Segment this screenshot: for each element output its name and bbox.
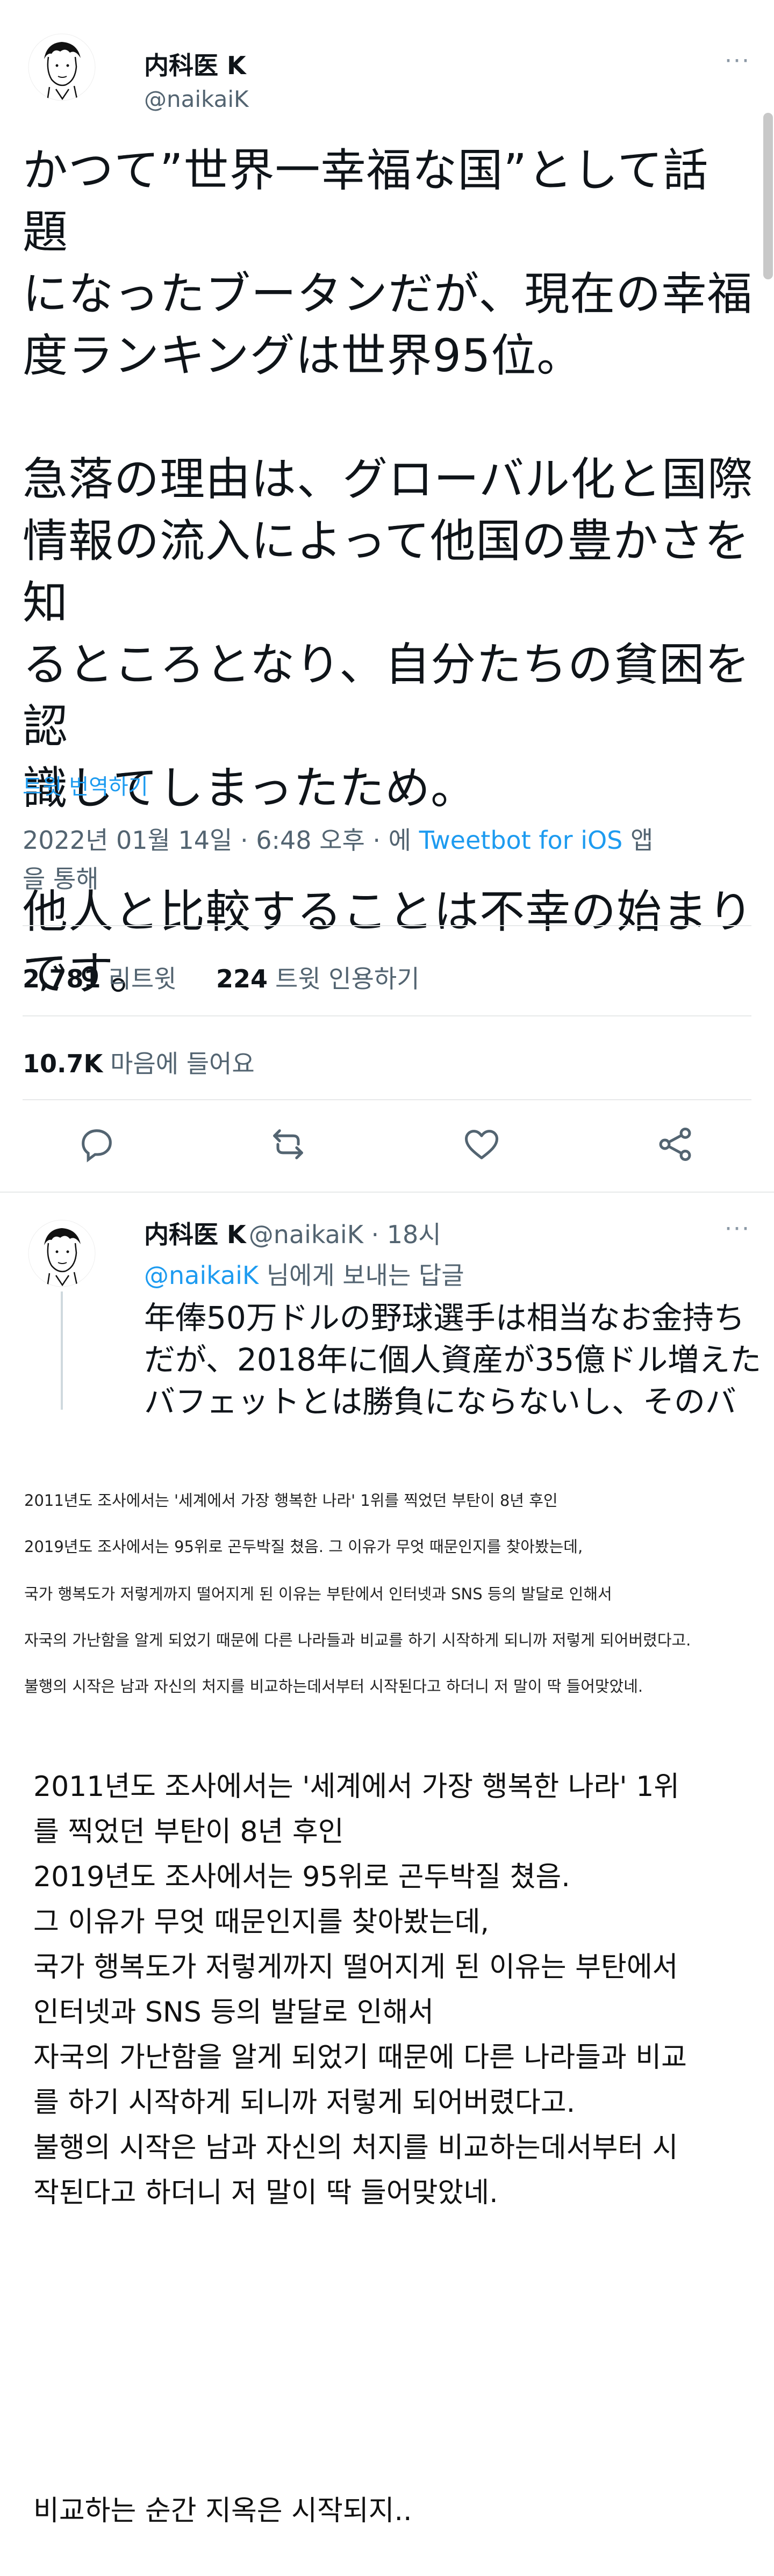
avatar-sketch-icon (28, 1220, 96, 1287)
divider (0, 1192, 774, 1193)
translate-tweet-link[interactable]: 트윗 번역하기 (23, 769, 148, 800)
quote-stats[interactable]: 224 트윗 인용하기 (216, 959, 420, 995)
retweet-label: 리트윗 (108, 964, 177, 993)
divider (23, 1015, 751, 1016)
retweet-count: 2,781 (23, 964, 101, 993)
reply-more-options-button[interactable]: ··· (725, 1215, 750, 1243)
article-body: 2011년도 조사에서는 '세계에서 가장 행복한 나라' 1위 를 찍었던 부… (0, 1741, 774, 2576)
caption-line: 2019년도 조사에서는 95위로 곤두박질 쳤음. 그 이유가 무엇 때문인지… (24, 1538, 583, 1556)
tweet-timestamp: 2022년 01월 14일 · 6:48 오후 · 에 Tweetbot for… (23, 821, 743, 898)
caption-block: 2011년도 조사에서는 '세계에서 가장 행복한 나라' 1위를 찍었던 부탄… (0, 1429, 774, 1741)
article-paragraph: 2011년도 조사에서는 '세계에서 가장 행복한 나라' 1위 를 찍었던 부… (33, 1771, 687, 2209)
thread-line (61, 1291, 63, 1410)
quote-label: 트윗 인용하기 (275, 964, 420, 993)
timestamp-date: 2022년 01월 14일 · 6:48 오후 · 에 (23, 826, 419, 855)
caption-line: 불행의 시작은 남과 자신의 처지를 비교하는데서부터 시작된다고 하더니 저 … (24, 1677, 643, 1695)
caption-line: 2011년도 조사에서는 '세계에서 가장 행복한 나라' 1위를 찍었던 부탄… (24, 1491, 558, 1510)
reply-meta: @naikaiK · 18시 (248, 1220, 441, 1249)
like-label: 마음에 들어요 (110, 1049, 255, 1078)
author-name[interactable]: 内科医 K (144, 46, 246, 82)
avatar-sketch-icon (28, 33, 96, 101)
author-handle[interactable]: @naikaiK (144, 86, 249, 112)
author-avatar[interactable] (28, 33, 96, 101)
article-closing-line: 비교하는 순간 지옥은 시작되지.. (33, 2495, 412, 2527)
reply-text: 年俸50万ドルの野球選手は相当なお金持ち だが、2018年に個人資産が35億ドル… (144, 1300, 762, 1420)
quote-count: 224 (216, 964, 268, 993)
source-app-link[interactable]: Tweetbot for iOS (419, 826, 623, 855)
reply-icon[interactable] (76, 1124, 117, 1165)
share-icon[interactable] (655, 1124, 696, 1165)
scrollbar-thumb[interactable] (763, 113, 773, 279)
retweet-icon[interactable] (268, 1124, 309, 1165)
reply-mention-link[interactable]: @naikaiK (144, 1261, 259, 1290)
replying-to: @naikaiK 님에게 보내는 답글 (144, 1256, 464, 1291)
replying-to-label: 님에게 보내는 답글 (259, 1261, 464, 1290)
more-options-button[interactable]: ··· (725, 47, 750, 75)
divider (23, 925, 751, 926)
like-stats[interactable]: 10.7K 마음에 들어요 (23, 1044, 255, 1080)
reply-author-avatar[interactable] (28, 1220, 96, 1287)
like-icon[interactable] (461, 1124, 502, 1165)
tweet-screenshot: 内科医 K @naikaiK ··· かつて”世界一幸福な国”として話題 になっ… (0, 0, 774, 1429)
caption-line: 국가 행복도가 저렇게까지 떨어지게 된 이유는 부탄에서 인터넷과 SNS 등… (24, 1585, 612, 1603)
retweet-stats[interactable]: 2,781 리트윗 (23, 959, 176, 995)
caption-line: 자국의 가난함을 알게 되었기 때문에 다른 나라들과 비교를 하기 시작하게 … (24, 1631, 691, 1649)
reply-author-name[interactable]: 内科医 K (144, 1220, 246, 1249)
divider (23, 1099, 751, 1100)
reply-header: 内科医 K @naikaiK · 18시 (144, 1215, 441, 1251)
like-count: 10.7K (23, 1049, 103, 1078)
